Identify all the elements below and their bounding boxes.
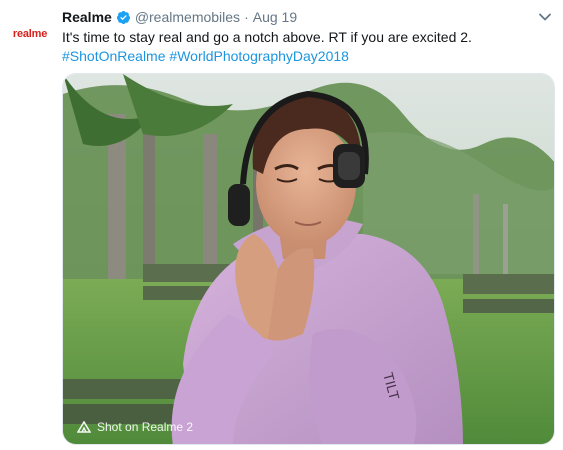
- tweet-photo[interactable]: TILT Shot on Realme 2: [62, 73, 555, 445]
- avatar[interactable]: realme: [6, 24, 54, 44]
- photo-watermark: Shot on Realme 2: [77, 420, 193, 434]
- chevron-down-icon[interactable]: [537, 9, 553, 25]
- watermark-text: Shot on Realme 2: [97, 420, 194, 434]
- hashtag-link[interactable]: #ShotOnRealme: [62, 48, 166, 64]
- avatar-brand-logo: realme: [12, 28, 48, 40]
- tweet-text: It's time to stay real and go a notch ab…: [62, 28, 552, 66]
- hashtag-link[interactable]: #WorldPhotographyDay2018: [169, 48, 349, 64]
- verified-badge-icon: [116, 10, 130, 24]
- camera-ai-icon: [77, 421, 91, 433]
- photo-image: TILT: [63, 74, 554, 444]
- tweet-header: Realme @realmemobiles · Aug 19: [62, 7, 297, 27]
- tweet-card[interactable]: realme Realme @realmemobiles · Aug 19 It…: [0, 0, 563, 450]
- tweet-date[interactable]: Aug 19: [253, 9, 297, 25]
- tweet-text-line: It's time to stay real and go a notch ab…: [62, 29, 472, 45]
- author-name[interactable]: Realme: [62, 9, 112, 25]
- header-separator: ·: [244, 9, 249, 25]
- author-handle[interactable]: @realmemobiles: [135, 9, 240, 25]
